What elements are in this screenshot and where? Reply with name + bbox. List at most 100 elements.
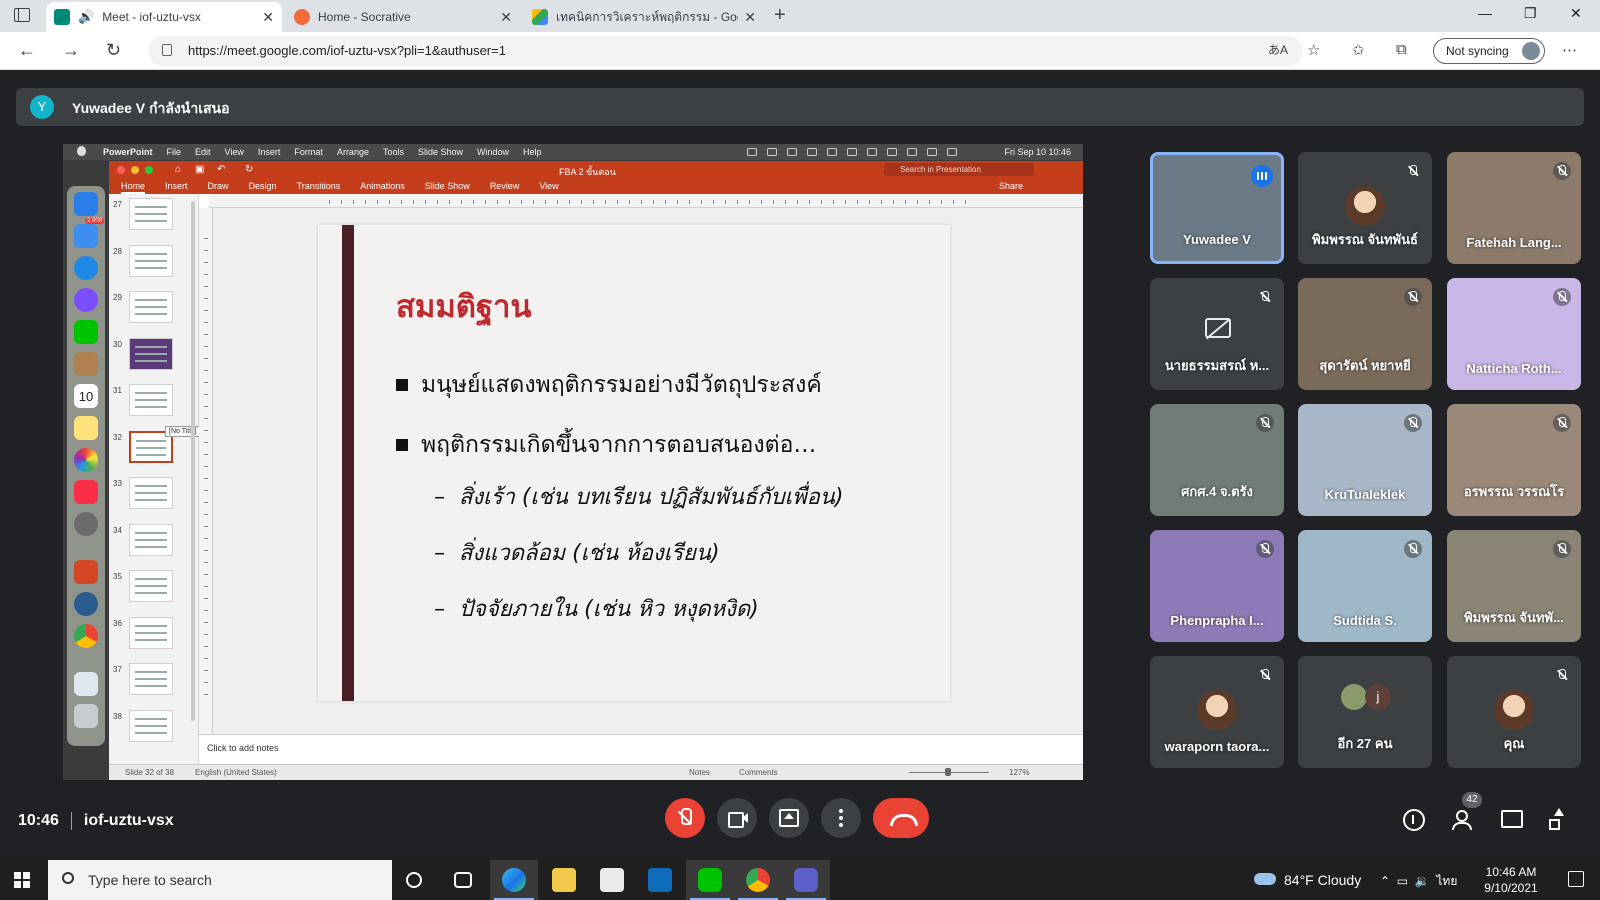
windows-start-icon[interactable]: [14, 872, 30, 888]
slide-thumbnail[interactable]: [129, 570, 173, 602]
participant-tile[interactable]: อรพรรณ วรรณโร: [1447, 404, 1581, 516]
present-now-button[interactable]: [769, 798, 809, 838]
slide-thumbnail[interactable]: [129, 523, 173, 556]
file-explorer-icon[interactable]: [552, 868, 576, 892]
participant-tile[interactable]: นายธรรมสรณ์ ห...: [1150, 278, 1284, 390]
mic-off-icon: [1256, 414, 1274, 432]
mic-off-icon: [1553, 540, 1571, 558]
forward-icon[interactable]: →: [62, 40, 80, 61]
participant-name: อรพรรณ วรรณโร: [1463, 484, 1565, 499]
slide-thumbnail[interactable]: [129, 291, 173, 323]
participant-name: waraporn taora...: [1164, 739, 1270, 754]
thumbnail-number: 29: [113, 293, 122, 302]
participant-avatar: [1494, 690, 1534, 730]
weather-text[interactable]: 84°F Cloudy: [1284, 872, 1361, 888]
maximize-icon[interactable]: ❐: [1524, 5, 1537, 22]
teams-taskbar-icon[interactable]: [782, 860, 830, 900]
edge-taskbar-icon[interactable]: [490, 860, 538, 900]
add-favorite-icon[interactable]: ☆: [1307, 41, 1320, 59]
read-aloud-icon[interactable]: あA: [1268, 41, 1288, 58]
slide-thumbnail[interactable]: [129, 198, 173, 230]
taskbar-clock[interactable]: 10:46 AM 9/10/2021: [1476, 864, 1546, 896]
ribbon-design: Design: [248, 181, 277, 191]
people-count-badge: 42: [1462, 792, 1482, 808]
participant-tile[interactable]: สุดารัตน์ หยาหยี: [1298, 278, 1432, 390]
clock-time: 10:46 AM: [1485, 865, 1537, 879]
new-tab-icon[interactable]: +: [774, 4, 786, 27]
socrative-favicon-icon: [294, 9, 310, 25]
tab-google-drive[interactable]: เทคนิคการวิเคราะห์พฤติกรรม - Goog ✕: [524, 2, 764, 32]
camera-button[interactable]: [717, 798, 757, 838]
chrome-taskbar-icon[interactable]: [734, 860, 782, 900]
tab-actions-icon[interactable]: [14, 8, 30, 22]
mic-off-icon: [1553, 288, 1571, 306]
participant-tile[interactable]: Sudtida S.: [1298, 530, 1432, 642]
participant-tile[interactable]: ศกศ.4 จ.ตรัง: [1150, 404, 1284, 516]
contacts-icon: [74, 352, 98, 376]
tray-icons[interactable]: ⌃ ▭ 🔉 ไทย: [1380, 872, 1457, 891]
input-language[interactable]: ไทย: [1436, 874, 1457, 888]
slide-thumbnail[interactable]: [129, 616, 173, 649]
zoom-percent: 127%: [1009, 768, 1030, 777]
close-tab-icon[interactable]: ✕: [500, 9, 512, 26]
taskbar-search[interactable]: Type here to search: [48, 860, 392, 900]
chat-icon[interactable]: [1498, 806, 1524, 832]
participant-tile[interactable]: KruTualeklek: [1298, 404, 1432, 516]
participant-avatar: [1341, 684, 1367, 710]
participant-tile[interactable]: Yuwadee V: [1150, 152, 1284, 264]
slide-thumbnail[interactable]: [129, 337, 173, 370]
leave-call-button[interactable]: [873, 798, 929, 838]
slide-thumbnail[interactable]: [129, 709, 173, 742]
store-icon[interactable]: [600, 868, 624, 892]
sync-label: Not syncing: [1446, 44, 1509, 58]
participant-tile[interactable]: waraporn taora...: [1150, 656, 1284, 768]
microphone-off-button[interactable]: [665, 798, 705, 838]
tab-socrative[interactable]: Home - Socrative ✕: [286, 2, 520, 32]
collections-icon[interactable]: ⧉: [1396, 41, 1407, 58]
meeting-info: 10:46 iof-uztu-vsx: [18, 812, 174, 830]
minimize-icon[interactable]: —: [1478, 5, 1492, 21]
participant-tile[interactable]: Phenprapha I...: [1150, 530, 1284, 642]
more-options-button[interactable]: [821, 798, 861, 838]
menu-slideshow: Slide Show: [417, 147, 464, 157]
slide-thumbnail[interactable]: [129, 244, 173, 277]
mail-taskbar-icon[interactable]: [648, 868, 672, 892]
task-view-icon[interactable]: [454, 872, 472, 888]
save-icon: ▣: [195, 164, 205, 175]
activities-icon[interactable]: [1546, 806, 1572, 832]
close-window-icon[interactable]: ✕: [1570, 5, 1582, 22]
slide-thumbnail[interactable]: [129, 477, 173, 509]
participant-tile[interactable]: พิมพรรณ จันทพั...: [1447, 530, 1581, 642]
speaker-icon[interactable]: 🔊: [78, 9, 94, 25]
settings-more-icon[interactable]: ⋯: [1562, 41, 1577, 59]
participant-tile[interactable]: Fatehah Lang...: [1447, 152, 1581, 264]
reload-icon[interactable]: ↻: [106, 40, 121, 61]
chevron-up-icon[interactable]: ⌃: [1380, 874, 1390, 888]
slide-thumbnail[interactable]: [129, 384, 173, 416]
participant-tile[interactable]: j อีก 27 คน: [1298, 656, 1432, 768]
slide-thumbnail[interactable]: [129, 663, 173, 695]
favorites-icon[interactable]: ✩: [1352, 41, 1365, 59]
participant-tile[interactable]: Natticha Roth...: [1447, 278, 1581, 390]
tab-meet[interactable]: 🔊 Meet - iof-uztu-vsx ✕: [46, 2, 282, 32]
profile-sync-button[interactable]: Not syncing: [1433, 38, 1545, 64]
back-icon[interactable]: ←: [18, 40, 36, 61]
thumbnail-number: 36: [113, 618, 122, 628]
close-tab-icon[interactable]: ✕: [744, 9, 756, 26]
thumbnail-number: 34: [113, 525, 122, 535]
participant-tile[interactable]: พิมพรรณ จันทพันธ์: [1298, 152, 1432, 264]
url-bar[interactable]: https://meet.google.com/iof-uztu-vsx?pli…: [148, 36, 1303, 66]
powerpoint-window: ⌂ ▣ ↶ ↻ FBA 2 ขั้นตอน Search in Presenta…: [109, 161, 1083, 780]
thumbnail-number: 31: [113, 386, 122, 395]
participant-tile[interactable]: คุณ: [1447, 656, 1581, 768]
line-taskbar-icon[interactable]: [686, 860, 734, 900]
meeting-details-icon[interactable]: [1400, 806, 1426, 832]
close-tab-icon[interactable]: ✕: [262, 9, 274, 26]
network-icon[interactable]: ▭: [1397, 874, 1408, 888]
bullet-text: มนุษย์แสดงพฤติกรรมอย่างมีวัตถุประสงค์: [421, 372, 822, 398]
system-preferences-icon: [74, 512, 98, 536]
volume-icon[interactable]: 🔉: [1415, 874, 1430, 888]
notifications-icon[interactable]: [1568, 871, 1584, 887]
people-icon[interactable]: [1450, 806, 1476, 832]
cortana-icon[interactable]: [406, 872, 422, 888]
